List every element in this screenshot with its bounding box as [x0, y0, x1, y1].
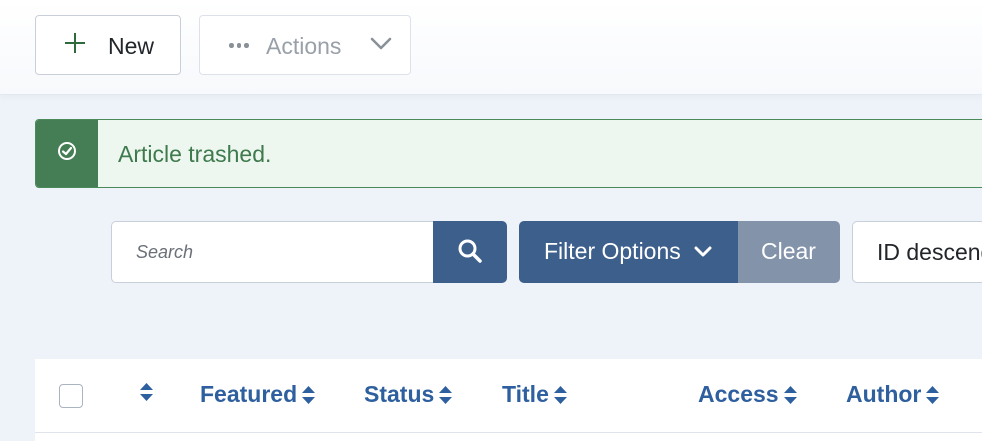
new-button-label: New: [108, 33, 155, 59]
chevron-down-icon: [694, 246, 712, 257]
more-dots-icon: [229, 43, 249, 48]
column-header-label: Status: [364, 381, 435, 407]
clear-button-label: Clear: [761, 238, 816, 264]
sort-icon: [302, 385, 316, 404]
alert-icon-box: [36, 120, 98, 187]
check-circle-icon: [58, 142, 76, 160]
sort-icon: [926, 385, 940, 404]
column-header-label: Featured: [200, 381, 298, 407]
actions-button-label: Actions: [266, 33, 342, 59]
actions-dropdown-button[interactable]: Actions: [199, 15, 411, 75]
sort-order-value: ID descending: [877, 239, 982, 265]
filter-options-button[interactable]: Filter Options: [519, 221, 738, 283]
column-header-featured[interactable]: Featured: [200, 381, 316, 408]
clear-button[interactable]: Clear: [738, 221, 840, 283]
plus-icon: [64, 32, 86, 54]
filter-options-label: Filter Options: [544, 238, 681, 264]
select-all-checkbox[interactable]: [59, 384, 83, 408]
new-button[interactable]: New: [35, 15, 181, 75]
search-input[interactable]: [111, 221, 435, 283]
table-header-row: Featured Status Title Access Author: [35, 359, 982, 433]
search-icon: [458, 239, 482, 263]
sort-icon: [553, 385, 567, 404]
column-header-label: Author: [846, 381, 922, 407]
sort-icon: [140, 383, 153, 401]
toolbar: New Actions: [0, 0, 982, 95]
sort-icon: [439, 385, 453, 404]
sort-order-select[interactable]: ID descending: [852, 221, 982, 283]
sort-icon: [783, 385, 797, 404]
column-header-label: Access: [698, 381, 779, 407]
column-header-author[interactable]: Author: [846, 381, 940, 408]
column-header-status[interactable]: Status: [364, 381, 453, 408]
column-header-ordering[interactable]: [135, 381, 154, 403]
column-header-label: Title: [502, 381, 549, 407]
column-header-title[interactable]: Title: [502, 381, 568, 408]
chevron-down-icon: [370, 37, 392, 50]
search-button[interactable]: [433, 221, 507, 283]
column-header-access[interactable]: Access: [698, 381, 798, 408]
success-alert: Article trashed.: [35, 119, 982, 188]
table-body: [35, 433, 982, 441]
alert-message: Article trashed.: [118, 141, 272, 167]
